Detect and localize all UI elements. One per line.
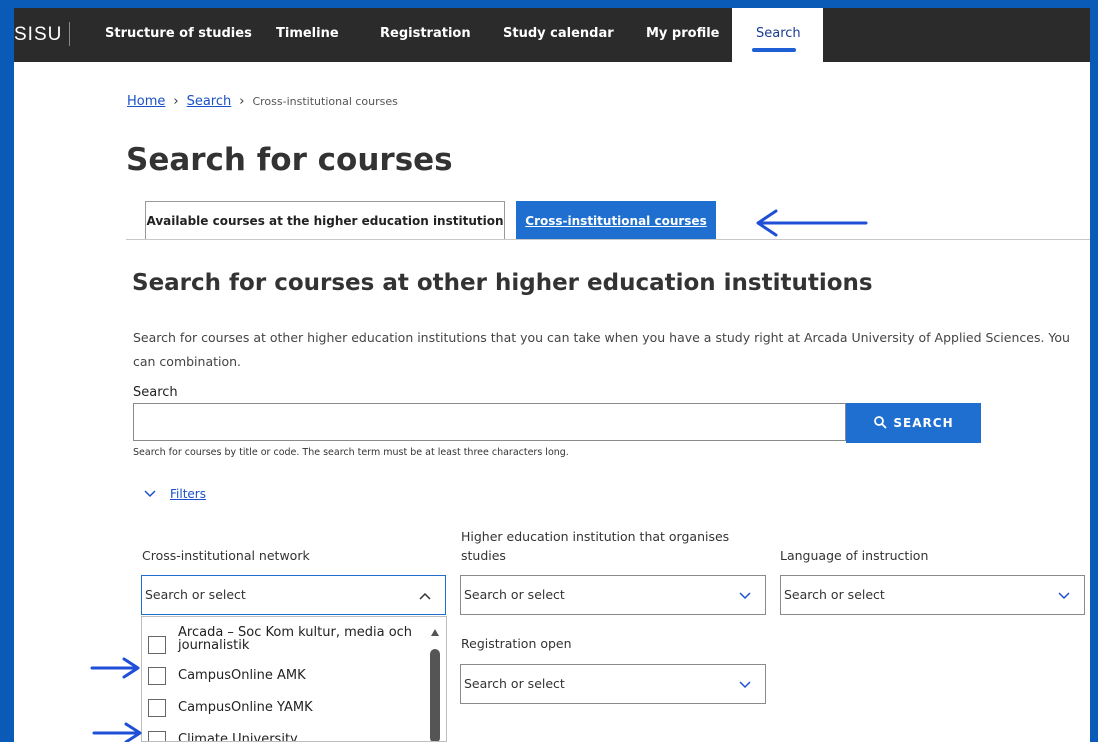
search-icon [874, 416, 887, 429]
nav-item-search-label: Search [756, 26, 801, 41]
nav-item-structure-of-studies[interactable]: Structure of studies [105, 26, 252, 41]
tab-available-courses[interactable]: Available courses at the higher educatio… [145, 201, 505, 239]
institution-select[interactable]: Search or select [460, 575, 766, 615]
option-checkbox[interactable] [148, 667, 166, 685]
network-select-placeholder: Search or select [145, 587, 246, 602]
section-title: Search for courses at other higher educa… [132, 270, 873, 296]
search-label: Search [133, 385, 178, 400]
registration-filter-label: Registration open [461, 636, 572, 651]
breadcrumb-separator-icon: › [173, 94, 179, 109]
section-description: Search for courses at other higher educa… [133, 330, 1070, 369]
option-label: CampusOnline YAMK [178, 700, 313, 715]
annotation-arrow-right-icon [90, 657, 140, 679]
logo-divider [69, 22, 70, 46]
institution-select-placeholder: Search or select [464, 587, 565, 602]
registration-select[interactable]: Search or select [460, 664, 766, 704]
option-label: Arcada – Soc Kom kultur, media och journ… [178, 625, 413, 653]
chevron-up-icon [419, 588, 431, 603]
annotation-arrow-left-icon [756, 209, 868, 237]
filters-link[interactable]: Filters [170, 487, 206, 501]
nav-item-study-calendar[interactable]: Study calendar [503, 26, 614, 41]
chevron-down-icon [739, 677, 751, 692]
active-underline [752, 48, 796, 52]
network-select[interactable]: Search or select [141, 575, 446, 615]
search-hint: Search for courses by title or code. The… [133, 447, 569, 458]
nav-item-search[interactable]: Search [732, 8, 823, 62]
search-button[interactable]: SEARCH [846, 403, 981, 443]
filters-toggle[interactable]: Filters [144, 487, 206, 501]
breadcrumb-search-link[interactable]: Search [187, 94, 232, 109]
scrollbar-thumb[interactable] [430, 649, 440, 741]
chevron-down-icon [739, 588, 751, 603]
search-input[interactable] [133, 403, 846, 441]
top-navigation: SISU Structure of studies Timeline Regis… [14, 8, 1090, 62]
app-frame: SISU Structure of studies Timeline Regis… [14, 8, 1090, 742]
nav-item-my-profile[interactable]: My profile [646, 26, 720, 41]
breadcrumb-separator-icon: › [239, 94, 245, 109]
nav-item-registration[interactable]: Registration [380, 26, 471, 41]
language-select[interactable]: Search or select [780, 575, 1085, 615]
institution-filter-label: Higher education institution that organi… [461, 529, 730, 563]
nav-item-timeline[interactable]: Timeline [276, 26, 339, 41]
network-filter-label: Cross-institutional network [142, 548, 310, 563]
chevron-down-icon [1058, 588, 1070, 603]
language-select-placeholder: Search or select [784, 587, 885, 602]
annotation-arrow-right-icon [92, 722, 142, 742]
option-label: CampusOnline AMK [178, 668, 306, 683]
breadcrumb: Home › Search › Cross-institutional courses [127, 94, 398, 109]
chevron-down-icon [144, 487, 156, 501]
option-checkbox[interactable] [148, 731, 166, 741]
tabs-divider [126, 239, 1090, 240]
page-title: Search for courses [126, 142, 453, 178]
scroll-up-icon[interactable] [431, 629, 439, 636]
language-filter-label: Language of instruction [780, 548, 929, 563]
network-dropdown-list: Arcada – Soc Kom kultur, media och journ… [141, 616, 447, 742]
option-label: Climate University [178, 732, 298, 742]
dropdown-scrollbar[interactable] [430, 629, 440, 741]
breadcrumb-home-link[interactable]: Home [127, 94, 165, 109]
option-checkbox[interactable] [148, 699, 166, 717]
breadcrumb-current: Cross-institutional courses [252, 95, 398, 108]
registration-select-placeholder: Search or select [464, 676, 565, 691]
option-checkbox[interactable] [148, 636, 166, 654]
logo[interactable]: SISU [14, 24, 62, 46]
tab-cross-institutional-courses[interactable]: Cross-institutional courses [516, 201, 716, 240]
search-button-label: SEARCH [893, 416, 954, 430]
